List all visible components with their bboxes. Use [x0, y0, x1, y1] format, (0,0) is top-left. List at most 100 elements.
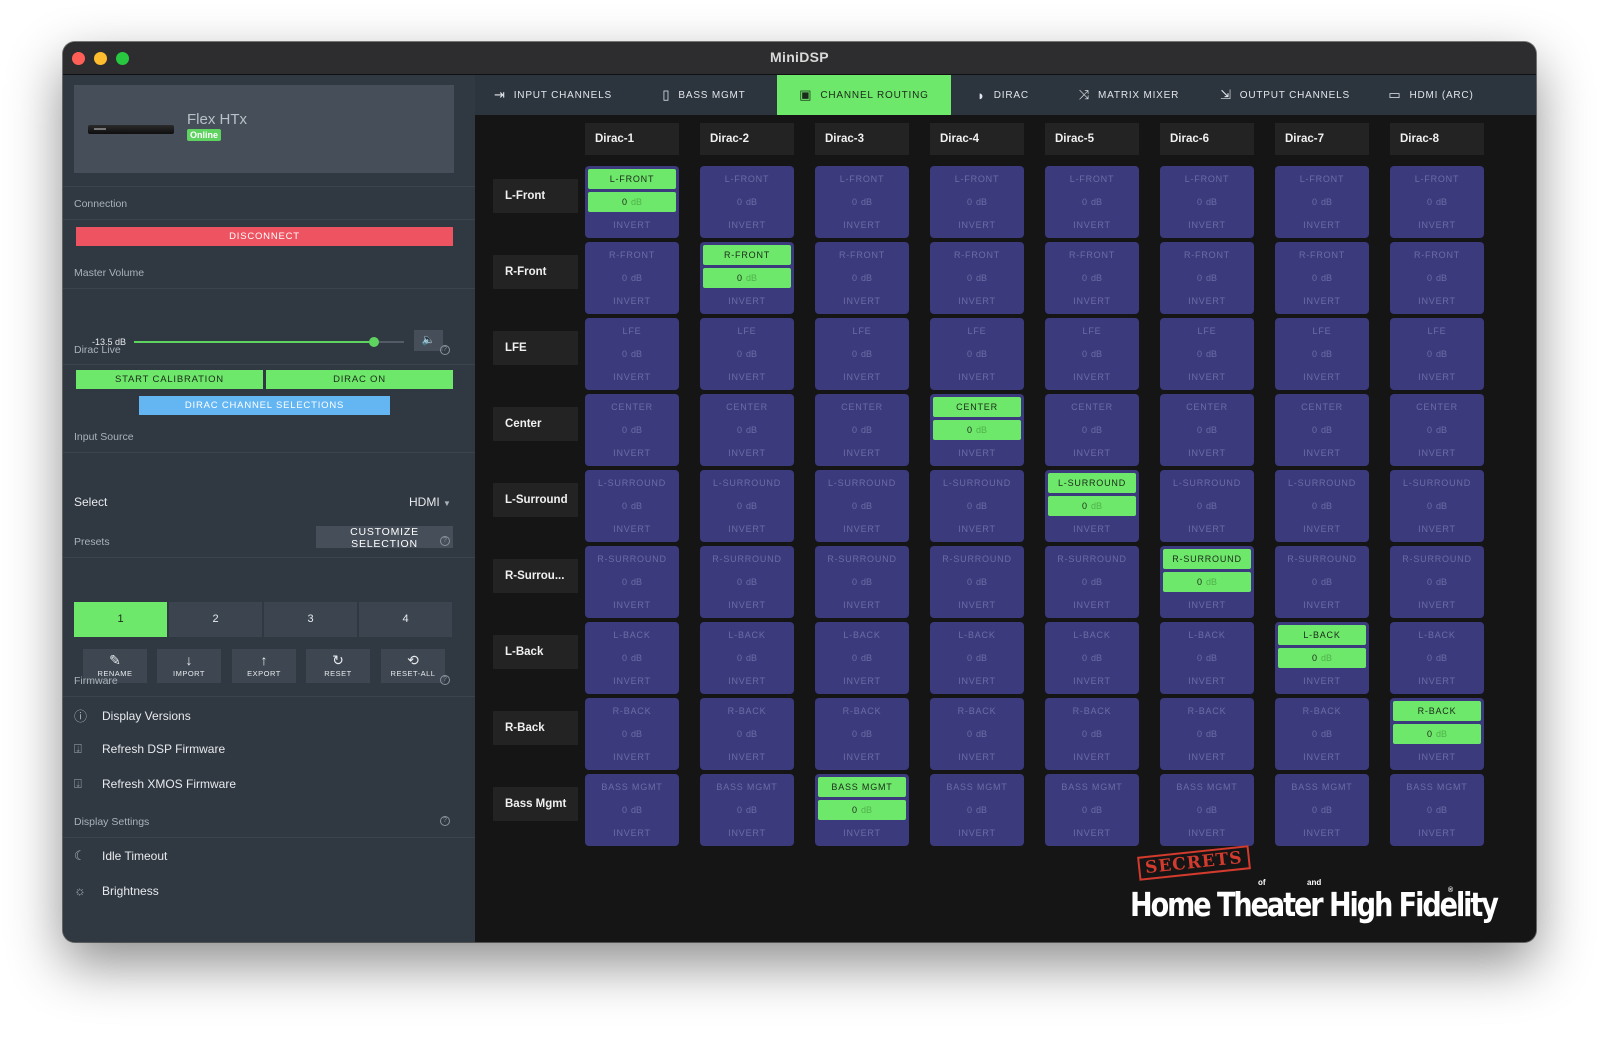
routing-cell[interactable]: LFE 0 dB INVERT: [1390, 318, 1484, 390]
route-channel-toggle[interactable]: CENTER: [933, 397, 1021, 417]
route-channel-toggle[interactable]: R-BACK: [1393, 701, 1481, 721]
gain-field[interactable]: 0 dB: [588, 572, 676, 592]
invert-toggle[interactable]: INVERT: [933, 215, 1021, 235]
route-channel-toggle[interactable]: LFE: [1163, 321, 1251, 341]
route-channel-toggle[interactable]: L-FRONT: [1278, 169, 1366, 189]
gain-field[interactable]: 0 dB: [703, 724, 791, 744]
routing-cell[interactable]: L-FRONT 0 dB INVERT: [815, 166, 909, 238]
gain-field[interactable]: 0 dB: [1048, 420, 1136, 440]
routing-cell[interactable]: L-BACK 0 dB INVERT: [930, 622, 1024, 694]
invert-toggle[interactable]: INVERT: [703, 367, 791, 387]
routing-cell[interactable]: LFE 0 dB INVERT: [815, 318, 909, 390]
gain-field[interactable]: 0 dB: [818, 344, 906, 364]
route-channel-toggle[interactable]: R-FRONT: [1393, 245, 1481, 265]
route-channel-toggle[interactable]: BASS MGMT: [1393, 777, 1481, 797]
route-channel-toggle[interactable]: L-FRONT: [1393, 169, 1481, 189]
invert-toggle[interactable]: INVERT: [1278, 671, 1366, 691]
routing-cell[interactable]: LFE 0 dB INVERT: [700, 318, 794, 390]
route-channel-toggle[interactable]: CENTER: [1278, 397, 1366, 417]
invert-toggle[interactable]: INVERT: [1163, 595, 1251, 615]
routing-cell[interactable]: LFE 0 dB INVERT: [930, 318, 1024, 390]
routing-cell[interactable]: R-BACK 0 dB INVERT: [700, 698, 794, 770]
routing-cell[interactable]: R-FRONT 0 dB INVERT: [1275, 242, 1369, 314]
gain-field[interactable]: 0 dB: [933, 724, 1021, 744]
route-channel-toggle[interactable]: BASS MGMT: [933, 777, 1021, 797]
gain-field[interactable]: 0 dB: [1163, 420, 1251, 440]
route-channel-toggle[interactable]: L-BACK: [703, 625, 791, 645]
invert-toggle[interactable]: INVERT: [1393, 823, 1481, 843]
gain-field[interactable]: 0 dB: [1393, 800, 1481, 820]
invert-toggle[interactable]: INVERT: [703, 595, 791, 615]
invert-toggle[interactable]: INVERT: [818, 443, 906, 463]
route-channel-toggle[interactable]: R-FRONT: [703, 245, 791, 265]
gain-field[interactable]: 0 dB: [1048, 344, 1136, 364]
invert-toggle[interactable]: INVERT: [1048, 747, 1136, 767]
mute-button[interactable]: 🔈: [414, 330, 443, 351]
invert-toggle[interactable]: INVERT: [818, 519, 906, 539]
gain-field[interactable]: 0 dB: [1048, 800, 1136, 820]
gain-field[interactable]: 0 dB: [1393, 268, 1481, 288]
invert-toggle[interactable]: INVERT: [1048, 671, 1136, 691]
preset-3-button[interactable]: 3: [264, 602, 357, 637]
routing-cell[interactable]: R-SURROUND 0 dB INVERT: [1390, 546, 1484, 618]
routing-cell[interactable]: R-SURROUND 0 dB INVERT: [815, 546, 909, 618]
invert-toggle[interactable]: INVERT: [1278, 823, 1366, 843]
brightness-item[interactable]: ☼ Brightness: [74, 883, 159, 903]
routing-cell[interactable]: BASS MGMT 0 dB INVERT: [1160, 774, 1254, 846]
routing-cell[interactable]: CENTER 0 dB INVERT: [1160, 394, 1254, 466]
routing-cell[interactable]: LFE 0 dB INVERT: [1275, 318, 1369, 390]
help-icon[interactable]: ?: [440, 675, 450, 685]
routing-cell[interactable]: L-FRONT 0 dB INVERT: [585, 166, 679, 238]
routing-cell[interactable]: R-BACK 0 dB INVERT: [1045, 698, 1139, 770]
route-channel-toggle[interactable]: BASS MGMT: [1278, 777, 1366, 797]
gain-field[interactable]: 0 dB: [933, 420, 1021, 440]
route-channel-toggle[interactable]: CENTER: [1048, 397, 1136, 417]
customize-selection-button[interactable]: CUSTOMIZE SELECTION: [316, 526, 453, 550]
gain-field[interactable]: 0 dB: [1393, 572, 1481, 592]
gain-field[interactable]: 0 dB: [588, 420, 676, 440]
route-channel-toggle[interactable]: L-SURROUND: [1393, 473, 1481, 493]
gain-field[interactable]: 0 dB: [1163, 192, 1251, 212]
routing-cell[interactable]: CENTER 0 dB INVERT: [815, 394, 909, 466]
invert-toggle[interactable]: INVERT: [933, 671, 1021, 691]
routing-cell[interactable]: BASS MGMT 0 dB INVERT: [1390, 774, 1484, 846]
gain-field[interactable]: 0 dB: [703, 648, 791, 668]
gain-field[interactable]: 0 dB: [1393, 344, 1481, 364]
routing-cell[interactable]: CENTER 0 dB INVERT: [1045, 394, 1139, 466]
invert-toggle[interactable]: INVERT: [818, 595, 906, 615]
route-channel-toggle[interactable]: LFE: [1048, 321, 1136, 341]
gain-field[interactable]: 0 dB: [1048, 192, 1136, 212]
route-channel-toggle[interactable]: R-SURROUND: [1048, 549, 1136, 569]
gain-field[interactable]: 0 dB: [1048, 648, 1136, 668]
routing-cell[interactable]: R-BACK 0 dB INVERT: [585, 698, 679, 770]
volume-slider[interactable]: [134, 337, 404, 347]
reset-all-button[interactable]: ⟲ RESET-ALL: [381, 649, 445, 683]
help-icon[interactable]: ?: [440, 345, 450, 355]
invert-toggle[interactable]: INVERT: [588, 291, 676, 311]
route-channel-toggle[interactable]: R-SURROUND: [1393, 549, 1481, 569]
route-channel-toggle[interactable]: BASS MGMT: [1048, 777, 1136, 797]
route-channel-toggle[interactable]: LFE: [818, 321, 906, 341]
routing-cell[interactable]: BASS MGMT 0 dB INVERT: [815, 774, 909, 846]
invert-toggle[interactable]: INVERT: [818, 291, 906, 311]
invert-toggle[interactable]: INVERT: [1163, 823, 1251, 843]
invert-toggle[interactable]: INVERT: [588, 823, 676, 843]
gain-field[interactable]: 0 dB: [933, 344, 1021, 364]
route-channel-toggle[interactable]: L-SURROUND: [933, 473, 1021, 493]
routing-cell[interactable]: CENTER 0 dB INVERT: [1275, 394, 1369, 466]
gain-field[interactable]: 0 dB: [588, 268, 676, 288]
routing-cell[interactable]: R-SURROUND 0 dB INVERT: [700, 546, 794, 618]
volume-slider-thumb[interactable]: [369, 337, 380, 347]
tab-input-channels[interactable]: ⇥ INPUT CHANNELS: [475, 75, 631, 115]
refresh-dsp-firmware-item[interactable]: ⍗ Refresh DSP Firmware: [74, 741, 225, 761]
routing-cell[interactable]: R-BACK 0 dB INVERT: [1275, 698, 1369, 770]
routing-cell[interactable]: L-FRONT 0 dB INVERT: [930, 166, 1024, 238]
routing-cell[interactable]: BASS MGMT 0 dB INVERT: [930, 774, 1024, 846]
route-channel-toggle[interactable]: R-SURROUND: [1278, 549, 1366, 569]
gain-field[interactable]: 0 dB: [818, 268, 906, 288]
idle-timeout-item[interactable]: ☾ Idle Timeout: [74, 848, 167, 868]
route-channel-toggle[interactable]: L-BACK: [588, 625, 676, 645]
route-channel-toggle[interactable]: CENTER: [1163, 397, 1251, 417]
route-channel-toggle[interactable]: LFE: [1393, 321, 1481, 341]
route-channel-toggle[interactable]: R-FRONT: [1163, 245, 1251, 265]
